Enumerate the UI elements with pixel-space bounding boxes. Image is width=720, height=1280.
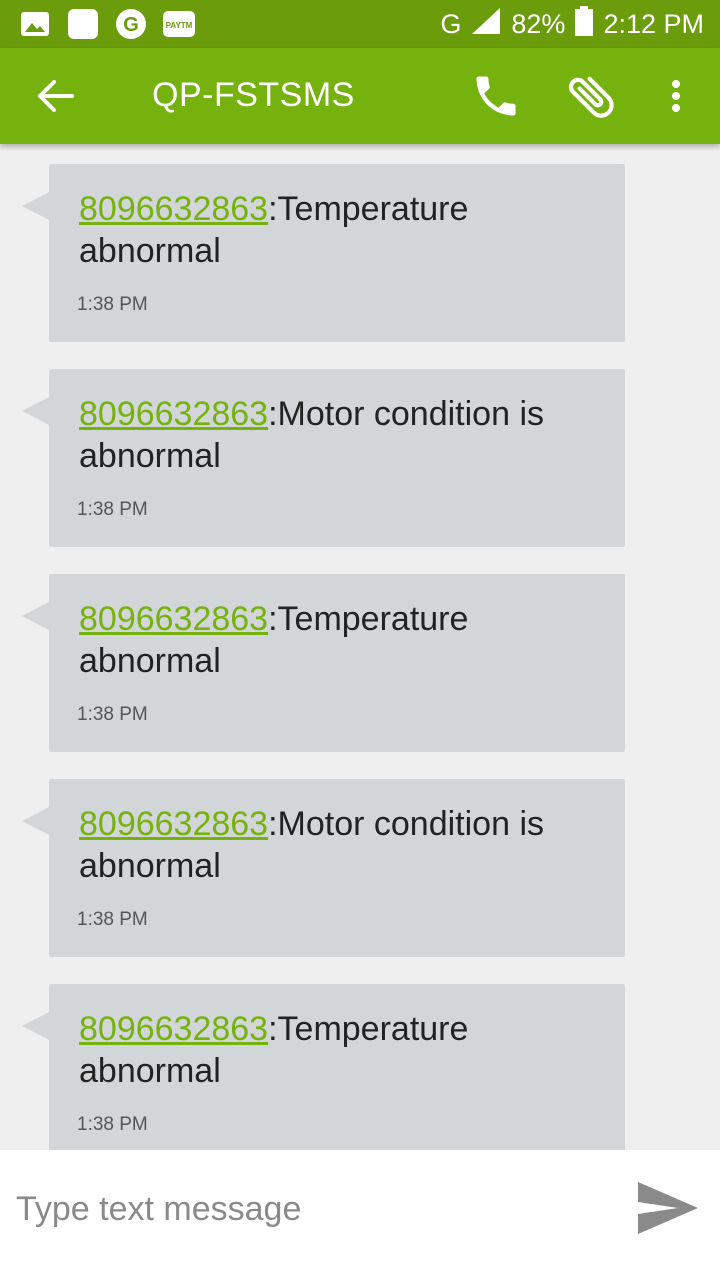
network-type: G	[440, 8, 462, 39]
message-time: 1:38 PM	[77, 294, 148, 315]
message-text: 8096632863:Temperature abnormal	[79, 598, 609, 682]
message-list[interactable]: 8096632863:Temperature abnormal 1:38 PM …	[0, 144, 720, 1150]
message-bubble[interactable]: 8096632863:Motor condition is abnormal 1…	[22, 369, 625, 547]
bubble-tail	[22, 192, 49, 220]
svg-text:G: G	[123, 14, 139, 36]
message-text: 8096632863:Temperature abnormal	[79, 1008, 609, 1092]
message-bubble[interactable]: 8096632863:Motor condition is abnormal 1…	[22, 779, 625, 957]
message-bubble[interactable]: 8096632863:Temperature abnormal 1:38 PM	[22, 984, 625, 1150]
google-icon: G	[114, 8, 148, 40]
message-bubble[interactable]: 8096632863:Temperature abnormal 1:38 PM	[22, 574, 625, 752]
signal-icon	[471, 7, 501, 42]
gallery-icon	[18, 8, 52, 40]
phone-icon[interactable]	[470, 70, 522, 122]
bubble-tail	[22, 807, 49, 835]
svg-text:PAYTM: PAYTM	[166, 21, 193, 30]
message-time: 1:38 PM	[77, 909, 148, 930]
message-time: 1:38 PM	[77, 1114, 148, 1135]
clock: 2:12 PM	[603, 8, 704, 39]
paytm-icon: PAYTM	[162, 8, 196, 40]
phone-number-link[interactable]: 8096632863	[79, 805, 268, 843]
bubble-tail	[22, 602, 49, 630]
more-vert-icon[interactable]	[660, 76, 692, 116]
phone-number-link[interactable]: 8096632863	[79, 395, 268, 433]
message-text: 8096632863:Motor condition is abnormal	[79, 803, 609, 887]
phone-number-link[interactable]: 8096632863	[79, 600, 268, 638]
phone-number-link[interactable]: 8096632863	[79, 190, 268, 228]
message-text: 8096632863:Temperature abnormal	[79, 188, 609, 272]
paperclip-icon[interactable]	[564, 68, 620, 124]
phone-number-link[interactable]: 8096632863	[79, 1010, 268, 1048]
bubble-tail	[22, 1012, 49, 1040]
send-icon[interactable]	[634, 1176, 702, 1240]
message-time: 1:38 PM	[77, 499, 148, 520]
message-text: 8096632863:Motor condition is abnormal	[79, 393, 609, 477]
status-bar: G PAYTM G 82% 2:12 PM	[0, 0, 720, 48]
battery-icon	[575, 5, 594, 43]
conversation-title: QP-FSTSMS	[152, 76, 355, 114]
composer: Type text message	[0, 1150, 720, 1280]
white-square-icon	[66, 8, 100, 40]
message-input[interactable]: Type text message	[16, 1190, 301, 1229]
battery-percent: 82%	[511, 8, 566, 39]
bubble-tail	[22, 397, 49, 425]
app-bar: QP-FSTSMS	[0, 48, 720, 144]
message-bubble[interactable]: 8096632863:Temperature abnormal 1:38 PM	[22, 164, 625, 342]
back-arrow-icon[interactable]	[36, 78, 76, 114]
message-time: 1:38 PM	[77, 704, 148, 725]
